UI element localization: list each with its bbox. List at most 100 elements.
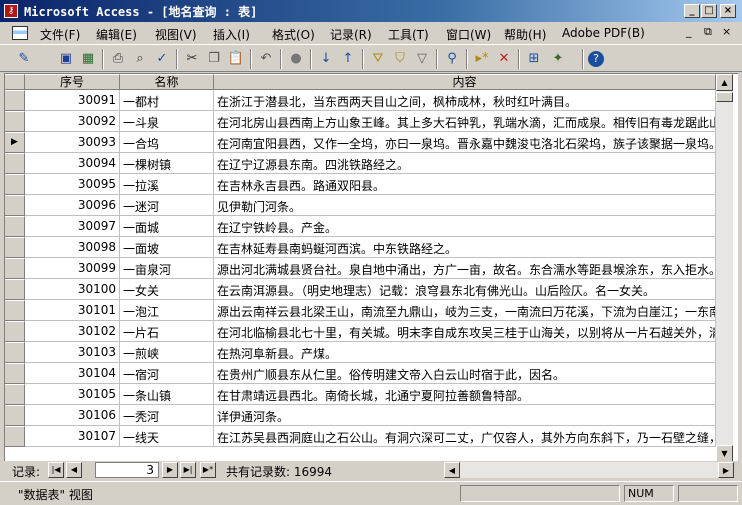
menu-adobe-pdf[interactable]: Adobe PDF(B) <box>562 26 645 40</box>
cell-name[interactable]: 一合坞 <box>120 132 214 153</box>
delete-record-icon[interactable]: ✕ <box>494 49 514 69</box>
row-selector[interactable] <box>5 237 25 258</box>
cell-content[interactable]: 在河北临榆县北七十里，有关城。明末李自成东攻吴三桂于山海关，以别将从一片石越关外… <box>214 321 716 342</box>
access-key-icon[interactable]: ⚷ <box>4 4 18 18</box>
last-record-button[interactable]: ▶| <box>180 462 196 478</box>
cut-icon[interactable]: ✂ <box>182 49 202 69</box>
cell-id[interactable]: 30107 <box>25 426 120 447</box>
row-selector[interactable] <box>5 363 25 384</box>
table-row[interactable]: 30107 一线天 在江苏吴县西洞庭山之石公山。有洞穴深可二丈，广仅容人，其外方向东… <box>5 426 716 447</box>
cell-id[interactable]: 30091 <box>25 90 120 111</box>
menu-window[interactable]: 窗口(W) <box>446 26 491 43</box>
table-row[interactable]: 30092 一斗泉 在河北房山县西南上方山象王峰。其上多大石钟乳，乳端水滴，汇而成泉… <box>5 111 716 132</box>
cell-id[interactable]: 30100 <box>25 279 120 300</box>
table-row[interactable]: 30095 一拉溪 在吉林永吉县西。路通双阳县。 <box>5 174 716 195</box>
row-selector[interactable] <box>5 195 25 216</box>
next-record-button[interactable]: ▶ <box>162 462 178 478</box>
table-row[interactable]: 30097 一面城 在辽宁铁岭县。产金。 <box>5 216 716 237</box>
apply-filter-icon[interactable]: ▽ <box>412 49 432 69</box>
cell-id[interactable]: 30101 <box>25 300 120 321</box>
help-icon[interactable]: ? <box>588 51 604 67</box>
row-selector[interactable] <box>5 405 25 426</box>
new-object-icon[interactable]: ✦ <box>548 49 568 69</box>
cell-id[interactable]: 30092 <box>25 111 120 132</box>
sort-ascending-icon[interactable]: ↓ <box>316 49 336 69</box>
table-row[interactable]: 30091 一都村 在浙江于潜县北，当东西两天目山之间，枫柿成林，秋时红叶满目。 <box>5 90 716 111</box>
close-button[interactable]: × <box>720 4 736 18</box>
datasheet-icon[interactable] <box>12 26 28 40</box>
paste-icon[interactable]: 📋 <box>226 49 246 69</box>
menu-records[interactable]: 记录(R) <box>330 26 372 43</box>
doc-close-button[interactable]: × <box>722 25 731 38</box>
cell-content[interactable]: 在吉林永吉县西。路通双阳县。 <box>214 174 716 195</box>
table-row[interactable]: 30094 一棵树镇 在辽宁辽源县东南。四洮铁路经之。 <box>5 153 716 174</box>
current-record-indicator[interactable]: ▶ <box>5 132 25 153</box>
cell-content[interactable]: 在吉林延寿县南蚂蜒河西滨。中东铁路经之。 <box>214 237 716 258</box>
cell-name[interactable]: 一女关 <box>120 279 214 300</box>
cell-content[interactable]: 在甘肃靖远县西北。南倚长城，北通宁夏阿拉善额鲁特部。 <box>214 384 716 405</box>
cell-content[interactable]: 在云南洱源县。（明史地理志）记载：浪穹县东北有佛光山。山后险仄。名一女关。 <box>214 279 716 300</box>
insert-hyperlink-icon[interactable]: ● <box>286 49 306 69</box>
row-selector[interactable] <box>5 90 25 111</box>
cell-content[interactable]: 详伊通河条。 <box>214 405 716 426</box>
spelling-icon[interactable]: ✓ <box>152 49 172 69</box>
undo-icon[interactable]: ↶ <box>256 49 276 69</box>
print-preview-icon[interactable]: ▦ <box>78 49 98 69</box>
maximize-button[interactable]: □ <box>701 4 717 18</box>
cell-content[interactable]: 在河北房山县西南上方山象王峰。其上多大石钟乳，乳端水滴，汇而成泉。相传旧有毒龙踞… <box>214 111 716 132</box>
cell-name[interactable]: 一棵树镇 <box>120 153 214 174</box>
cell-id[interactable]: 30106 <box>25 405 120 426</box>
cell-content[interactable]: 在浙江于潜县北，当东西两天目山之间，枫柿成林，秋时红叶满目。 <box>214 90 716 111</box>
row-selector[interactable] <box>5 384 25 405</box>
design-view-icon[interactable]: ✎ <box>14 49 34 69</box>
row-selector[interactable] <box>5 216 25 237</box>
row-selector[interactable] <box>5 426 25 447</box>
column-header-id[interactable]: 序号 <box>25 74 120 90</box>
new-record-nav-button[interactable]: ▶* <box>200 462 216 478</box>
cell-content[interactable]: 源出云南祥云县北梁王山，南流至九鼎山，岐为三支，一南流曰万花溪，下流为白崖江；一… <box>214 300 716 321</box>
table-row[interactable]: 30100 一女关 在云南洱源县。（明史地理志）记载：浪穹县东北有佛光山。山后险仄。… <box>5 279 716 300</box>
row-selector[interactable] <box>5 258 25 279</box>
sort-descending-icon[interactable]: ↑ <box>338 49 358 69</box>
menu-insert[interactable]: 插入(I) <box>213 26 250 43</box>
scroll-right-button[interactable]: ▶ <box>718 462 734 478</box>
row-selector[interactable] <box>5 174 25 195</box>
row-selector[interactable] <box>5 111 25 132</box>
cell-content[interactable]: 在辽宁辽源县东南。四洮铁路经之。 <box>214 153 716 174</box>
menu-edit[interactable]: 编辑(E) <box>96 26 137 43</box>
cell-id[interactable]: 30097 <box>25 216 120 237</box>
cell-id[interactable]: 30095 <box>25 174 120 195</box>
cell-name[interactable]: 一都村 <box>120 90 214 111</box>
save-icon[interactable]: ▣ <box>56 49 76 69</box>
row-selector[interactable] <box>5 300 25 321</box>
menu-file[interactable]: 文件(F) <box>40 26 80 43</box>
scroll-left-button[interactable]: ◀ <box>444 462 460 478</box>
table-row[interactable]: 30104 一宿河 在贵州广顺县东从仁里。俗传明建文帝入白云山时宿于此，因名。 <box>5 363 716 384</box>
vertical-scrollbar[interactable]: ▲ ▼ <box>716 74 733 461</box>
cell-name[interactable]: 一拉溪 <box>120 174 214 195</box>
filter-by-form-icon[interactable]: ⛉ <box>390 49 410 69</box>
cell-content[interactable]: 在热河阜新县。产煤。 <box>214 342 716 363</box>
table-row[interactable]: ▶ 30093 一合坞 在河南宜阳县西，又作一全坞，亦曰一泉坞。晋永嘉中魏浚屯洛北石梁… <box>5 132 716 153</box>
table-row[interactable]: 30099 一亩泉河 源出河北满城县贤台社。泉自地中涌出，方广一亩，故名。东合濡水等… <box>5 258 716 279</box>
menu-help[interactable]: 帮助(H) <box>504 26 546 43</box>
database-window-icon[interactable]: ⊞ <box>524 49 544 69</box>
cell-name[interactable]: 一泡江 <box>120 300 214 321</box>
cell-id[interactable]: 30094 <box>25 153 120 174</box>
row-selector[interactable] <box>5 279 25 300</box>
column-header-content[interactable]: 内容 <box>214 74 716 90</box>
cell-name[interactable]: 一宿河 <box>120 363 214 384</box>
select-all-corner[interactable] <box>5 74 25 90</box>
previous-record-button[interactable]: ◀ <box>66 462 82 478</box>
row-selector[interactable] <box>5 321 25 342</box>
menu-tools[interactable]: 工具(T) <box>388 26 429 43</box>
cell-name[interactable]: 一秃河 <box>120 405 214 426</box>
cell-id[interactable]: 30099 <box>25 258 120 279</box>
scroll-up-button[interactable]: ▲ <box>716 74 733 91</box>
current-record-input[interactable]: 3 <box>95 462 159 478</box>
cell-content[interactable]: 在江苏吴县西洞庭山之石公山。有洞穴深可二丈，广仅容人，其外方向东斜下，乃一石壁之… <box>214 426 716 447</box>
cell-name[interactable]: 一片石 <box>120 321 214 342</box>
scroll-down-button[interactable]: ▼ <box>716 445 733 461</box>
cell-id[interactable]: 30098 <box>25 237 120 258</box>
cell-content[interactable]: 在河南宜阳县西，又作一全坞，亦曰一泉坞。晋永嘉中魏浚屯洛北石梁坞，族子该聚据一泉… <box>214 132 716 153</box>
